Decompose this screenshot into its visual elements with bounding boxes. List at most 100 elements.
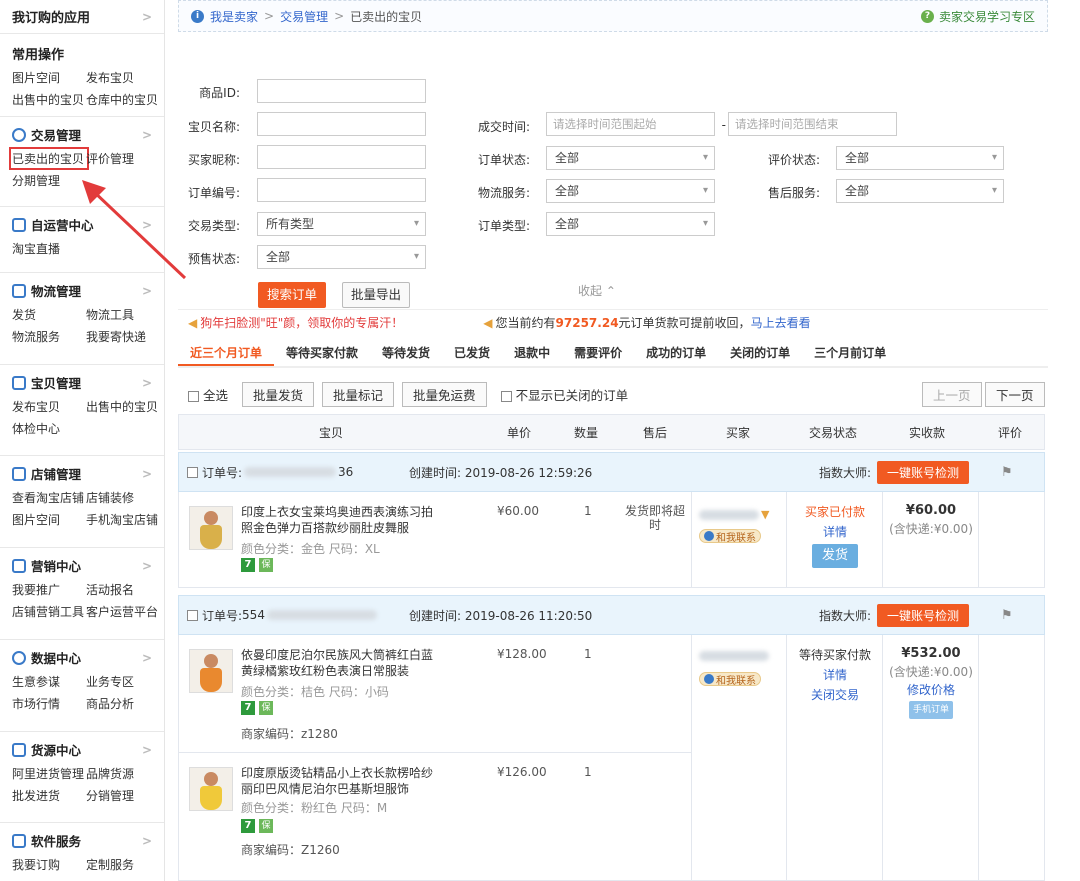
item-name-input[interactable] — [257, 112, 426, 136]
product-thumbnail[interactable] — [189, 767, 233, 811]
sidebar-link[interactable]: 物流工具 — [86, 306, 164, 323]
tab-closed[interactable]: 关闭的订单 — [718, 340, 802, 366]
prev-page-button[interactable]: 上一页 — [922, 381, 982, 407]
sidebar-link[interactable]: 物流服务 — [12, 328, 86, 345]
order-no-input[interactable] — [257, 178, 426, 202]
order-checkbox[interactable] — [187, 466, 198, 478]
sidebar-link[interactable]: 查看淘宝店铺 — [12, 489, 86, 506]
breadcrumb-item[interactable]: 我是卖家 — [210, 8, 258, 25]
product-title-link[interactable]: 依曼印度尼泊尔民族风大筒裤红白蓝黄绿橘紫玫红粉色表演日常服装 — [241, 648, 433, 678]
sidebar-link[interactable]: 阿里进货管理 — [12, 765, 86, 782]
tab-older[interactable]: 三个月前订单 — [802, 340, 898, 366]
sidebar-link[interactable]: 发布宝贝 — [86, 69, 164, 86]
modify-price-link[interactable]: 修改价格 — [883, 681, 979, 699]
hide-closed-checkbox[interactable] — [500, 390, 512, 402]
detail-link[interactable]: 详情 — [787, 522, 883, 542]
order-type-select[interactable]: 全部 — [546, 212, 715, 236]
chevron-right-icon[interactable]: > — [142, 218, 152, 232]
order-checkbox[interactable] — [187, 609, 198, 621]
sidebar-link[interactable]: 图片空间 — [12, 511, 86, 528]
sidebar-link[interactable]: 活动报名 — [86, 581, 164, 598]
contact-buyer-button[interactable]: 和我联系 — [699, 672, 761, 687]
presale-select[interactable]: 全部 — [257, 245, 426, 269]
detail-link[interactable]: 详情 — [787, 665, 883, 685]
contact-buyer-button[interactable]: 和我联系 — [699, 529, 761, 544]
sidebar-link[interactable]: 店铺装修 — [86, 489, 164, 506]
sidebar-link[interactable]: 定制服务 — [86, 856, 164, 873]
review-status-select[interactable]: 全部 — [836, 146, 1004, 170]
sidebar-link[interactable]: 我要寄快递 — [86, 328, 164, 345]
sidebar-link[interactable]: 客户运营平台 — [86, 603, 164, 620]
sidebar-link[interactable]: 市场行情 — [12, 695, 86, 712]
sidebar-link[interactable]: 淘宝直播 — [12, 240, 86, 257]
chevron-right-icon[interactable]: > — [142, 834, 152, 848]
sidebar-link[interactable]: 商品分析 — [86, 695, 164, 712]
sidebar-link[interactable]: 我要订购 — [12, 856, 86, 873]
select-all-checkbox[interactable] — [188, 390, 199, 402]
sidebar-link[interactable]: 体检中心 — [12, 420, 86, 437]
batch-export-button[interactable]: 批量导出 — [342, 282, 410, 308]
buyer-nick-input[interactable] — [257, 145, 426, 169]
batch-ship-button[interactable]: 批量发货 — [242, 381, 315, 407]
sidebar-link[interactable]: 发货 — [12, 306, 86, 323]
account-check-button[interactable]: 一键账号检测 — [877, 604, 970, 627]
chevron-right-icon[interactable]: > — [142, 284, 152, 298]
tab-refunding[interactable]: 退款中 — [502, 340, 562, 366]
sidebar-link[interactable]: 品牌货源 — [86, 765, 164, 782]
collapse-toggle[interactable]: 收起 ⌃ — [578, 282, 616, 299]
aftersale-select[interactable]: 全部 — [836, 179, 1004, 203]
sidebar-link[interactable]: 出售中的宝贝 — [86, 398, 164, 415]
product-title-link[interactable]: 印度上衣女宝莱坞奥迪西表演练习拍照金色弹力百搭款纱丽肚皮舞服 — [241, 505, 433, 535]
sidebar-link[interactable]: 仓库中的宝贝 — [86, 91, 164, 108]
sidebar-my-apps[interactable]: 我订购的应用 > — [0, 0, 164, 34]
sidebar-link-sold-items[interactable]: 已卖出的宝贝 — [9, 147, 89, 170]
breadcrumb-item[interactable]: 交易管理 — [280, 8, 328, 25]
tab-need-review[interactable]: 需要评价 — [562, 340, 634, 366]
next-page-button[interactable]: 下一页 — [985, 381, 1045, 407]
product-thumbnail[interactable] — [189, 506, 233, 550]
tab-awaiting-shipment[interactable]: 等待发货 — [370, 340, 442, 366]
chevron-right-icon[interactable]: > — [142, 376, 152, 390]
logistics-select[interactable]: 全部 — [546, 179, 715, 203]
tab-recent-3-months[interactable]: 近三个月订单 — [178, 340, 275, 366]
help-link[interactable]: ? 卖家交易学习专区 — [920, 8, 1035, 25]
chevron-right-icon[interactable]: > — [142, 128, 152, 142]
ship-button[interactable]: 发货 — [811, 544, 858, 568]
go-see-link[interactable]: 马上去看看 — [751, 314, 811, 331]
chevron-right-icon[interactable]: > — [142, 651, 152, 665]
filter-icon[interactable]: ▼ — [761, 508, 769, 521]
product-id-input[interactable] — [257, 79, 426, 103]
sidebar-link[interactable]: 批发进货 — [12, 787, 86, 804]
sidebar-link[interactable]: 发布宝贝 — [12, 398, 86, 415]
time-end-input[interactable]: 请选择时间范围结束 — [728, 112, 897, 136]
batch-mark-button[interactable]: 批量标记 — [322, 381, 395, 407]
sidebar-link[interactable]: 业务专区 — [86, 673, 164, 690]
trade-type-select[interactable]: 所有类型 — [257, 212, 426, 236]
flag-icon[interactable]: ⚑ — [1001, 465, 1013, 480]
flag-icon[interactable]: ⚑ — [1001, 608, 1013, 623]
product-title-link[interactable]: 印度原版烫钻精品小上衣长款楞哈纱丽印巴风情尼泊尔巴基斯坦服饰 — [241, 766, 433, 796]
promo-text[interactable]: 狗年扫脸测"旺"颜，领取你的专属汗！ — [200, 314, 403, 331]
sidebar-link[interactable]: 店铺营销工具 — [12, 603, 86, 620]
sidebar-link[interactable]: 分销管理 — [86, 787, 164, 804]
time-start-input[interactable]: 请选择时间范围起始 — [546, 112, 715, 136]
sidebar-link[interactable]: 生意参谋 — [12, 673, 86, 690]
batch-free-shipping-button[interactable]: 批量免运费 — [402, 381, 487, 407]
search-orders-button[interactable]: 搜索订单 — [258, 282, 326, 308]
sidebar-link[interactable]: 手机淘宝店铺 — [86, 511, 164, 528]
sidebar-link[interactable]: 评价管理 — [86, 150, 164, 167]
account-check-button[interactable]: 一键账号检测 — [877, 461, 970, 484]
sidebar-link[interactable]: 分期管理 — [12, 172, 86, 189]
order-status-select[interactable]: 全部 — [546, 146, 715, 170]
tab-shipped[interactable]: 已发货 — [442, 340, 502, 366]
tab-successful[interactable]: 成功的订单 — [634, 340, 718, 366]
sidebar-link[interactable]: 出售中的宝贝 — [12, 91, 86, 108]
chevron-right-icon[interactable]: > — [142, 467, 152, 481]
tab-awaiting-payment[interactable]: 等待买家付款 — [274, 340, 370, 366]
close-trade-link[interactable]: 关闭交易 — [787, 685, 883, 705]
product-thumbnail[interactable] — [189, 649, 233, 693]
sidebar-link[interactable]: 我要推广 — [12, 581, 86, 598]
sidebar-link[interactable]: 图片空间 — [12, 69, 86, 86]
chevron-right-icon[interactable]: > — [142, 559, 152, 573]
chevron-right-icon[interactable]: > — [142, 743, 152, 757]
